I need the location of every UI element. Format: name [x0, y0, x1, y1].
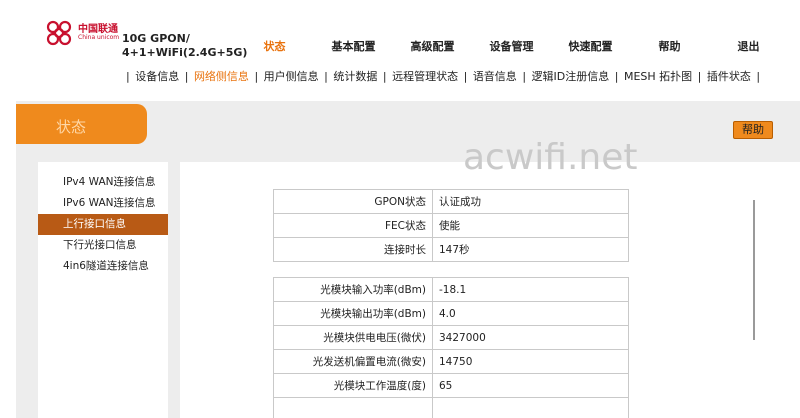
subnav-voice-info[interactable]: 语音信息 [473, 70, 517, 83]
row-value: 147秒 [432, 237, 629, 262]
table-row: GPON状态 认证成功 [273, 189, 629, 214]
sidebar: IPv4 WAN连接信息 IPv6 WAN连接信息 上行接口信息 下行光接口信息… [38, 162, 168, 418]
subnav-network-side-info[interactable]: 网络侧信息 [194, 70, 249, 83]
scrollbar[interactable] [753, 200, 755, 340]
nav-advanced-config[interactable]: 高级配置 [393, 38, 472, 54]
nav-logout[interactable]: 退出 [709, 38, 788, 54]
row-label: 连接时长 [273, 237, 433, 262]
nav-quick-config[interactable]: 快速配置 [551, 38, 630, 54]
subnav-plugin-status[interactable]: 插件状态 [707, 70, 751, 83]
row-value: 4.0 [432, 301, 629, 326]
nav-device-management[interactable]: 设备管理 [472, 38, 551, 54]
device-model: 10G GPON/ 4+1+WiFi(2.4G+5G) [122, 32, 247, 60]
row-label [273, 397, 433, 418]
row-value: 65 [432, 373, 629, 398]
main-nav: 状态 基本配置 高级配置 设备管理 快速配置 帮助 退出 [235, 38, 788, 54]
row-value: -18.1 [432, 277, 629, 302]
model-line-1: 10G GPON/ [122, 32, 190, 45]
subnav-statistics[interactable]: 统计数据 [333, 70, 377, 83]
nav-help[interactable]: 帮助 [630, 38, 709, 54]
subnav-user-side-info[interactable]: 用户侧信息 [264, 70, 319, 83]
unicom-logo: 中国联通 China unicom [44, 18, 119, 48]
subnav-device-info[interactable]: 设备信息 [135, 70, 179, 83]
brand-cn-name: 中国联通 [78, 24, 118, 35]
gpon-status-table: GPON状态 认证成功 FEC状态 使能 连接时长 147秒 [273, 189, 629, 262]
table-row [273, 397, 629, 418]
table-row: 光发送机偏置电流(微安) 14750 [273, 349, 629, 374]
sidebar-item-downlink-optical[interactable]: 下行光接口信息 [38, 235, 168, 256]
row-label: 光模块输入功率(dBm) [273, 277, 433, 302]
optical-module-table: 光模块输入功率(dBm) -18.1 光模块输出功率(dBm) 4.0 光模块供… [273, 277, 629, 418]
model-line-2: 4+1+WiFi(2.4G+5G) [122, 46, 248, 59]
table-row: 光模块供电电压(微伏) 3427000 [273, 325, 629, 350]
row-label: 光发送机偏置电流(微安) [273, 349, 433, 374]
row-label: 光模块工作温度(度) [273, 373, 433, 398]
row-value: 14750 [432, 349, 629, 374]
row-value: 3427000 [432, 325, 629, 350]
brand-en-name: China unicom [78, 34, 120, 41]
subnav-remote-management[interactable]: 远程管理状态 [392, 70, 458, 83]
table-row: FEC状态 使能 [273, 213, 629, 238]
row-label: 光模块供电电压(微伏) [273, 325, 433, 350]
sidebar-item-ipv6-wan[interactable]: IPv6 WAN连接信息 [38, 193, 168, 214]
subnav-logical-id[interactable]: 逻辑ID注册信息 [532, 70, 610, 83]
row-label: 光模块输出功率(dBm) [273, 301, 433, 326]
table-row: 光模块输入功率(dBm) -18.1 [273, 277, 629, 302]
watermark: acwifi.net [463, 137, 638, 178]
help-button[interactable]: 帮助 [733, 121, 773, 139]
table-row: 光模块工作温度(度) 65 [273, 373, 629, 398]
row-value: 认证成功 [432, 189, 629, 214]
sidebar-item-ipv4-wan[interactable]: IPv4 WAN连接信息 [38, 172, 168, 193]
sub-nav: | 设备信息 | 网络侧信息 | 用户侧信息 | 统计数据 | 远程管理状态 |… [126, 70, 761, 83]
row-value: 使能 [432, 213, 629, 238]
nav-basic-config[interactable]: 基本配置 [314, 38, 393, 54]
table-row: 光模块输出功率(dBm) 4.0 [273, 301, 629, 326]
subnav-mesh-topology[interactable]: MESH 拓扑图 [624, 70, 692, 83]
row-value [432, 397, 629, 418]
sidebar-item-4in6-tunnel[interactable]: 4in6隧道连接信息 [38, 256, 168, 277]
table-row: 连接时长 147秒 [273, 237, 629, 262]
row-label: FEC状态 [273, 213, 433, 238]
section-title: 状态 [56, 118, 87, 136]
sidebar-item-uplink[interactable]: 上行接口信息 [38, 214, 168, 235]
nav-status[interactable]: 状态 [235, 38, 314, 54]
unicom-knot-icon [44, 18, 74, 48]
row-label: GPON状态 [273, 189, 433, 214]
